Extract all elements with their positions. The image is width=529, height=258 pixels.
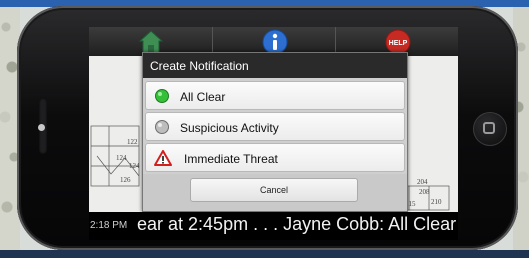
- room-label: 124: [129, 162, 140, 170]
- cancel-button[interactable]: Cancel: [190, 178, 358, 202]
- warning-triangle-icon: [154, 150, 172, 166]
- home-square-icon: [483, 122, 495, 134]
- dialog-button-bar: Cancel: [143, 174, 407, 211]
- room-label: 204: [417, 178, 428, 186]
- room-label: 122: [127, 138, 138, 146]
- option-label: Suspicious Activity: [180, 121, 279, 135]
- ticker-message: ear at 2:45pm . . . Jayne Cobb: All Clea…: [137, 214, 457, 234]
- phone-home-button[interactable]: [473, 112, 507, 146]
- room-label: 210: [431, 198, 442, 206]
- help-icon-label: HELP: [388, 40, 407, 47]
- option-suspicious-activity[interactable]: Suspicious Activity: [145, 112, 405, 141]
- option-all-clear[interactable]: All Clear: [145, 81, 405, 110]
- option-immediate-threat[interactable]: Immediate Threat: [145, 143, 405, 172]
- ticker-time: 2:18 PM: [90, 220, 128, 231]
- green-circle-icon: [155, 89, 169, 103]
- floor-map[interactable]: 122 124 124 126 204 208 210 215 Create N…: [89, 52, 458, 212]
- notification-ticker: 2:18 PM ear at 2:45pm . . . Jayne Cobb: …: [89, 212, 458, 240]
- option-label: Immediate Threat: [184, 152, 278, 166]
- create-notification-dialog: Create Notification All Clear Suspicious…: [142, 52, 408, 212]
- room-label: 126: [120, 176, 131, 184]
- dialog-title: Create Notification: [143, 53, 407, 78]
- option-label: All Clear: [180, 90, 226, 104]
- room-label: 208: [419, 188, 430, 196]
- phone-camera: [38, 124, 45, 131]
- bottom-strip: [0, 250, 529, 258]
- app-screen: HELP 122 124 124 126 204 208 210 215 Cre…: [89, 27, 458, 240]
- room-label: 124: [116, 154, 127, 162]
- gray-circle-icon: [155, 120, 169, 134]
